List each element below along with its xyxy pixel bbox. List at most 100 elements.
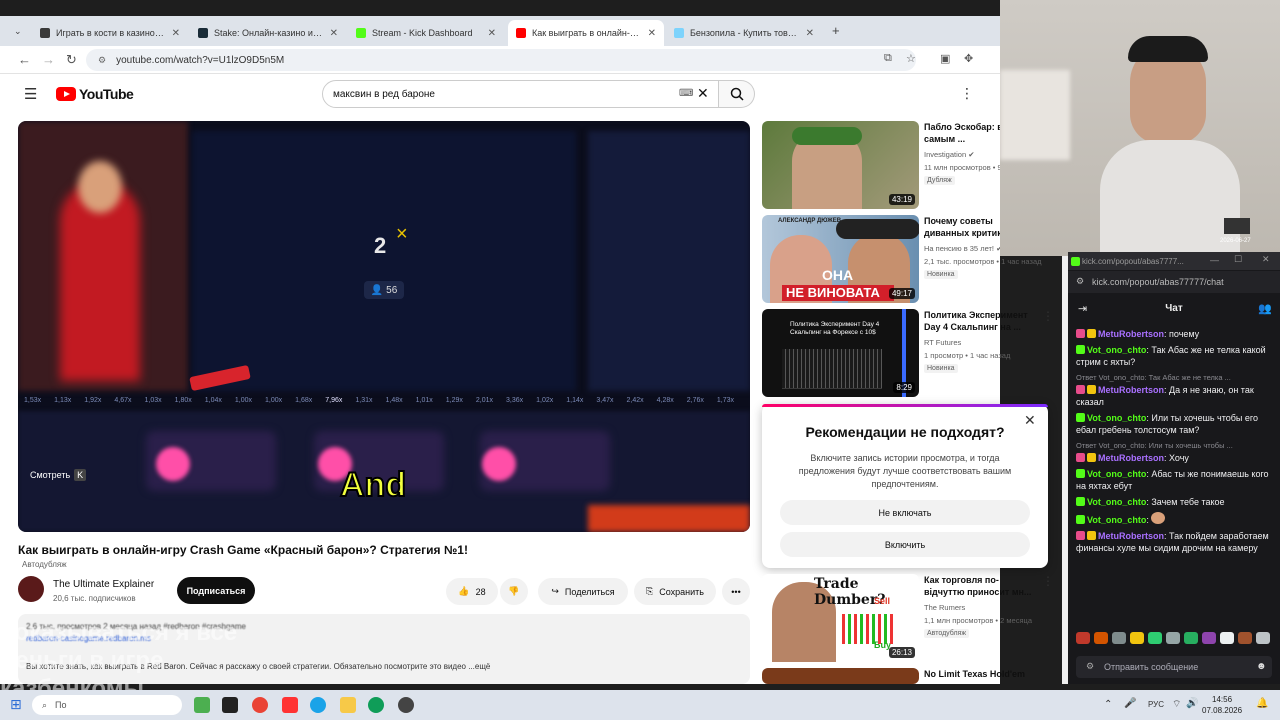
rec-more-icon[interactable]: ⋮ [1042,574,1054,588]
save-button[interactable]: ⎘ Сохранить [634,578,716,605]
extensions-icon[interactable]: ✥ [964,52,973,65]
rec-thumbnail[interactable]: 43:19 [762,121,919,209]
widgets-icon[interactable] [194,697,210,713]
chat-username[interactable]: Vot_ono_chto [1087,497,1146,507]
yandex-icon[interactable] [282,697,298,713]
obs-icon[interactable] [398,697,414,713]
language-indicator[interactable]: РУС [1148,700,1164,709]
rec-thumbnail[interactable]: АЛЕКСАНДР ДЮЖЕВ ОНА НЕ ВИНОВАТА 49:17 [762,215,919,303]
install-app-icon[interactable]: ⧉ [884,52,892,65]
wifi-icon[interactable]: ⌔ [1172,698,1181,711]
volume-icon[interactable]: 🔊 [1186,698,1198,709]
tab-close-icon[interactable]: ✕ [330,28,338,39]
site-info-icon[interactable]: ⚙ [1076,276,1084,287]
chat-username[interactable]: MetuRobertson [1098,453,1164,463]
enable-history-button[interactable]: Включить [780,532,1030,557]
recommendation-item[interactable]: Trade Dumber? Sell Buy 26:13 Как торговл… [762,574,1062,662]
emoji-icon[interactable]: ☻ [1256,661,1267,672]
chat-username[interactable]: Vot_ono_chto [1087,469,1146,479]
minimize-icon[interactable]: — [1210,255,1219,265]
url-field[interactable]: ⚙ youtube.com/watch?v=U1lzO9D5n5M [86,49,916,71]
search-input[interactable]: максвин в ред бароне ⌨ ✕ [322,80,719,108]
keyboard-icon[interactable]: ⌨ [679,88,693,99]
channel-name[interactable]: The Ultimate Explainer [53,579,154,590]
chat-username[interactable]: Vot_ono_chto [1087,413,1146,423]
edge-icon[interactable] [368,697,384,713]
video-player[interactable]: 2 × 👤 56 1,53x 1,13x 1,92x 4,67x 1,03x 1,80x 1… [18,121,750,532]
clear-search-icon[interactable]: ✕ [697,85,709,102]
telegram-icon[interactable] [310,697,326,713]
youtube-logo[interactable]: YouTube [56,86,134,102]
tab-list-chevron-icon[interactable]: ⌄ [14,26,22,37]
subscribe-button[interactable]: Подписаться [177,577,255,604]
emote-icon[interactable] [1130,632,1144,644]
close-window-icon[interactable]: ✕ [1262,254,1270,265]
emote-icon[interactable] [1184,632,1198,644]
task-view-icon[interactable] [222,697,238,713]
emote-icon[interactable] [1256,632,1270,644]
chat-message-input[interactable]: ⚙ Отправить сообщение ☻ [1076,656,1272,678]
emote-icon[interactable] [1202,632,1216,644]
settings-icon[interactable]: ⚙ [1086,661,1094,672]
emote-icon[interactable] [1238,632,1252,644]
rec-thumbnail[interactable]: Trade Dumber? Sell Buy 26:13 [762,574,919,662]
chat-url-bar[interactable]: ⚙ kick.com/popout/abas77777/chat [1068,271,1280,293]
tab-2[interactable]: Stream - Kick Dashboard ✕ [348,20,504,46]
taskbar-search-input[interactable]: ⌕ По [32,695,182,715]
bookmark-star-icon[interactable]: ☆ [906,52,916,65]
maximize-icon[interactable]: ☐ [1234,254,1242,265]
taskbar-clock[interactable]: 14:56 07.08.2026 [1202,694,1242,716]
chat-username[interactable]: MetuRobertson [1098,329,1164,339]
emote-icon[interactable] [1076,632,1090,644]
microphone-icon[interactable]: 🎤 [1124,698,1136,709]
new-tab-button[interactable]: + [832,23,840,38]
windows-start-icon[interactable]: ⊞ [10,696,22,713]
emote-icon[interactable] [1112,632,1126,644]
like-button[interactable]: 👍 28 [446,578,498,605]
site-info-icon[interactable]: ⚙ [98,55,106,66]
channel-avatar[interactable] [18,576,44,602]
reload-icon[interactable]: ↻ [66,52,77,68]
tray-chevron-icon[interactable]: ⌃ [1104,699,1112,710]
chat-username[interactable]: Vot_ono_chto [1087,345,1146,355]
share-button[interactable]: ↪ Поделиться [538,578,628,605]
rec-thumbnail[interactable] [762,668,919,684]
players-count-badge: 👤 56 [364,281,404,299]
more-vert-icon[interactable]: ⋮ [960,85,974,102]
watch-later-button[interactable]: Смотреть K [30,469,87,481]
webcam-frame [1224,218,1250,234]
more-actions-button[interactable]: ••• [722,578,750,605]
chat-username[interactable]: MetuRobertson [1098,385,1164,395]
video-title: Как выиграть в онлайн-игру Crash Game «К… [18,543,468,557]
rec-more-icon[interactable]: ⋮ [1042,309,1054,323]
tab-close-icon[interactable]: ✕ [488,28,496,39]
sidepanel-icon[interactable]: ▣ [940,52,950,65]
tab-close-icon[interactable]: ✕ [172,28,180,39]
dont-enable-button[interactable]: Не включать [780,500,1030,525]
chrome-icon[interactable] [252,697,268,713]
tab-3-active[interactable]: Как выиграть в онлайн-игру С ✕ [508,20,664,46]
search-button[interactable] [719,80,755,108]
tab-1[interactable]: Stake: Онлайн-казино и ставк ✕ [190,20,346,46]
browser-address-bar: ← → ↻ ⚙ youtube.com/watch?v=U1lzO9D5n5M … [0,46,1000,74]
tab-close-icon[interactable]: ✕ [806,28,814,39]
chat-username[interactable]: MetuRobertson [1098,531,1164,541]
tab-close-icon[interactable]: ✕ [648,28,656,39]
tab-4[interactable]: Бензопила - Купить товары д ✕ [666,20,822,46]
emote-icon[interactable] [1166,632,1180,644]
notifications-icon[interactable]: 🔔 [1256,698,1268,709]
tab-0[interactable]: Играть в кости в казино онла ✕ [32,20,188,46]
recommendation-item[interactable]: No Limit Texas Hold'em [762,668,1062,684]
rec-thumbnail[interactable]: Политика Эксперимент Day 4 Скальпинг на … [762,309,919,397]
emote-icon[interactable] [1148,632,1162,644]
dislike-button[interactable]: 👎 [500,578,528,605]
forward-arrow-icon[interactable]: → [42,52,55,67]
menu-hamburger-icon[interactable]: ☰ [24,85,37,103]
users-icon[interactable]: 👥 [1258,302,1272,315]
recommendation-item[interactable]: Политика Эксперимент Day 4 Скальпинг на … [762,309,1062,397]
back-arrow-icon[interactable]: ← [18,52,31,67]
chat-username[interactable]: Vot_ono_chto [1087,515,1146,525]
emote-icon[interactable] [1094,632,1108,644]
file-explorer-icon[interactable] [340,697,356,713]
emote-icon[interactable] [1220,632,1234,644]
